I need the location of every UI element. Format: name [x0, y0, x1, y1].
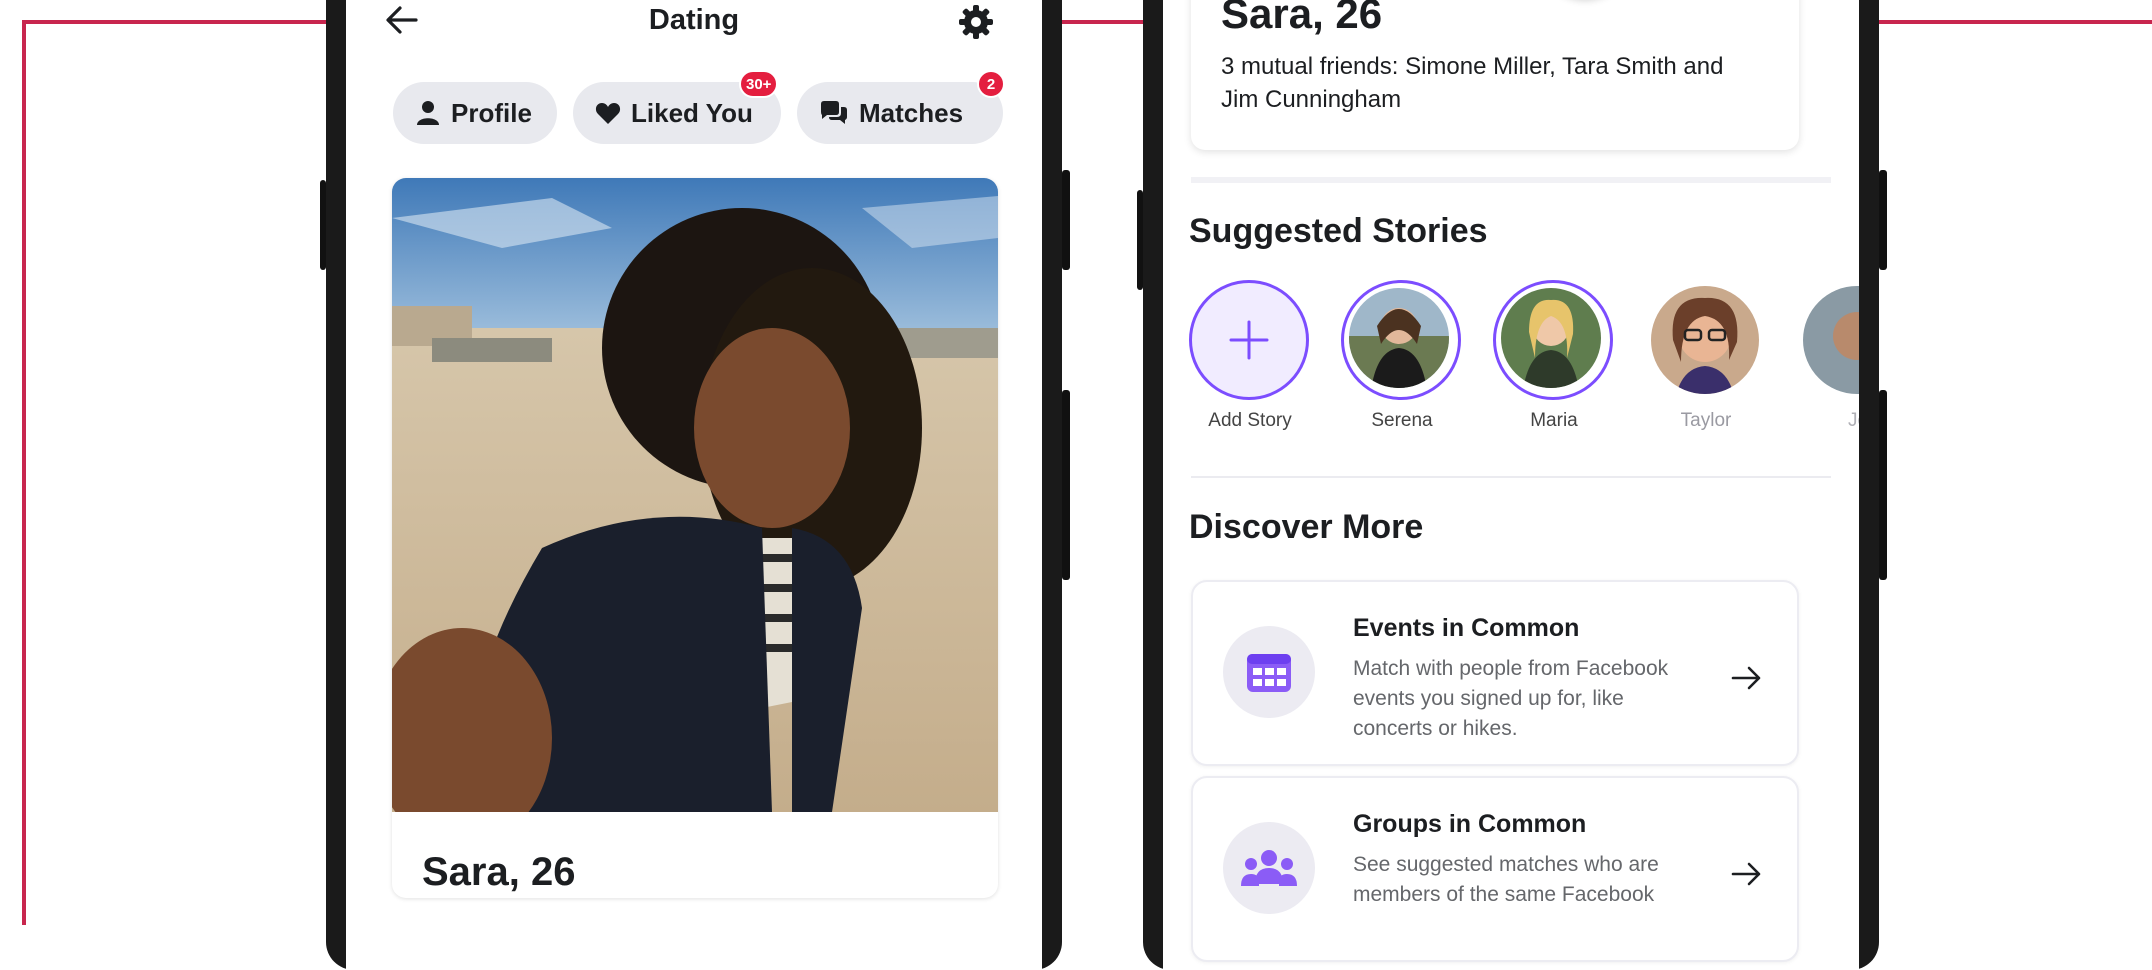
discover-item-description: See suggested matches who are members of…: [1353, 853, 1659, 906]
chip-profile-label: Profile: [451, 97, 532, 128]
profile-photo: [392, 178, 998, 812]
mutual-friends-text: 3 mutual friends: Simone Miller, Tara Sm…: [1221, 53, 1724, 113]
phone-side-button: [1879, 170, 1887, 270]
section-divider: [1191, 177, 1831, 183]
plus-icon: [1229, 320, 1269, 360]
liked-you-count-badge: 30+: [739, 70, 779, 98]
chat-bubbles-icon: [821, 101, 847, 124]
phone-side-button: [1062, 390, 1070, 580]
story-serena[interactable]: Serena: [1341, 280, 1463, 431]
profile-name: Sara, 26: [1221, 0, 1383, 37]
groups-in-common-card[interactable]: Groups in Common See suggested matches w…: [1191, 776, 1799, 962]
profile-name: Sara, 26: [422, 850, 576, 894]
stories-row: Add Story Serena Maria Taylor J: [1189, 280, 1859, 431]
avatar: [1501, 288, 1601, 388]
story-taylor[interactable]: Taylor: [1645, 280, 1767, 431]
calendar-icon: [1247, 654, 1291, 692]
phone-right: Sara, 26 3 mutual friends: Simone Miller…: [1137, 0, 1887, 970]
right-screen: Sara, 26 3 mutual friends: Simone Miller…: [1163, 0, 1859, 970]
avatar: [1651, 286, 1759, 394]
story-ring: [1341, 280, 1461, 400]
events-icon-circle: [1223, 626, 1315, 718]
settings-gear-icon[interactable]: [956, 2, 996, 42]
discover-more-title: Discover More: [1189, 508, 1424, 546]
story-label: Jo: [1847, 410, 1859, 431]
arrow-right-icon: [1731, 666, 1761, 690]
phone-side-button: [1062, 170, 1070, 270]
story-add[interactable]: Add Story: [1189, 280, 1311, 431]
discover-item-title: Groups in Common: [1353, 810, 1587, 838]
story-ring: [1645, 280, 1765, 400]
story-label: Taylor: [1680, 410, 1732, 431]
groups-icon-circle: [1223, 822, 1315, 914]
profile-info-card: Sara, 26 3 mutual friends: Simone Miller…: [1191, 0, 1799, 150]
left-screen: Dating Profile Liked You 30+ Matches 2 S…: [346, 0, 1042, 970]
person-icon: [417, 101, 439, 125]
discover-item-description: Match with people from Facebook events y…: [1353, 657, 1669, 740]
story-maria[interactable]: Maria: [1493, 280, 1615, 431]
phone-side-button: [1137, 190, 1143, 290]
add-story-circle: [1189, 280, 1309, 400]
phone-side-button: [320, 180, 326, 270]
suggested-stories-title: Suggested Stories: [1189, 212, 1488, 250]
matches-count-badge: 2: [977, 70, 1005, 98]
discover-item-title: Events in Common: [1353, 614, 1580, 642]
profile-card[interactable]: Sara, 26: [392, 178, 998, 898]
screen-title: Dating: [648, 4, 740, 36]
heart-icon: [595, 103, 621, 124]
avatar: [1349, 288, 1449, 388]
phone-side-button: [1879, 390, 1887, 580]
arrow-right-icon: [1731, 862, 1761, 886]
story-jo[interactable]: Jo: [1797, 280, 1859, 431]
top-bar: Dating: [346, 0, 1042, 40]
chip-matches-label: Matches: [859, 97, 964, 128]
events-in-common-card[interactable]: Events in Common Match with people from …: [1191, 580, 1799, 766]
chip-profile[interactable]: Profile: [393, 82, 557, 144]
chip-liked-you[interactable]: Liked You 30+: [573, 70, 781, 144]
story-label: Add Story: [1208, 410, 1292, 431]
story-ring: [1797, 280, 1859, 400]
chip-liked-you-label: Liked You: [631, 97, 753, 128]
story-label: Maria: [1530, 410, 1578, 431]
phone-left: Dating Profile Liked You 30+ Matches 2 S…: [320, 0, 1070, 970]
group-icon: [1241, 850, 1297, 886]
story-ring: [1493, 280, 1613, 400]
story-label: Serena: [1371, 410, 1433, 431]
section-divider: [1191, 476, 1831, 478]
chip-matches[interactable]: Matches 2: [797, 70, 1005, 144]
avatar: [1803, 286, 1859, 394]
